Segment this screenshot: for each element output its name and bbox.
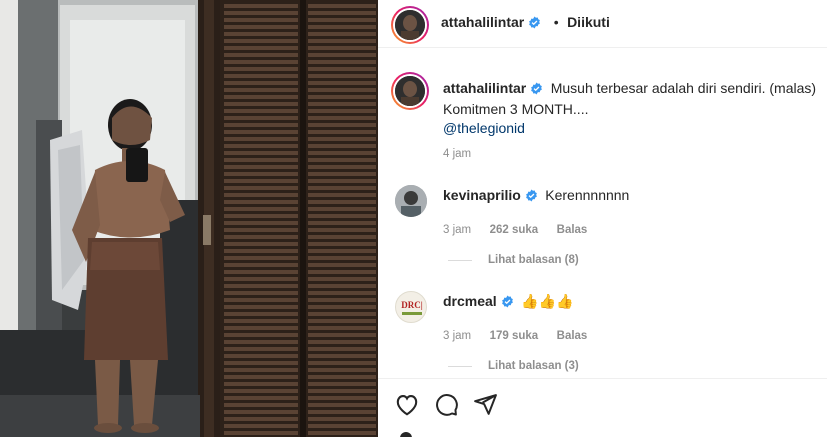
comment-username[interactable]: kevinaprilio	[443, 187, 521, 203]
caption-mention-link[interactable]: @thelegionid	[443, 119, 813, 138]
post-photo[interactable]	[0, 0, 378, 437]
following-button[interactable]: Diikuti	[567, 14, 610, 30]
verified-badge-icon	[530, 81, 543, 100]
comment-likes[interactable]: 262 suka	[490, 224, 539, 236]
separator-dot: •	[553, 14, 559, 30]
verified-badge-icon	[525, 189, 538, 207]
view-replies-button[interactable]: Lihat balasan (8)	[488, 254, 579, 266]
caption-timestamp[interactable]: 4 jam	[443, 148, 471, 160]
verified-badge-icon	[501, 295, 514, 313]
reply-button[interactable]: Balas	[557, 224, 588, 236]
replies-divider	[448, 366, 472, 367]
avatar-logo-text: DRC|	[401, 300, 423, 310]
action-bar	[378, 378, 827, 437]
verified-badge-icon	[528, 16, 541, 34]
comment-icon[interactable]	[434, 392, 459, 422]
bottom-avatar-partial	[400, 432, 412, 437]
comment-likes[interactable]: 179 suka	[490, 330, 539, 342]
post-header: attahalilintar • Diikuti	[378, 0, 827, 48]
replies-divider	[448, 260, 472, 261]
heart-icon[interactable]	[394, 392, 420, 421]
comment-username[interactable]: drcmeal	[443, 293, 497, 309]
comment-text: 👍👍👍	[521, 293, 574, 309]
commenter-avatar[interactable]	[395, 185, 427, 217]
caption-line-2: Komitmen 3 MONTH....	[443, 101, 589, 117]
post-details-panel: attahalilintar • Diikuti attahalilintar …	[378, 0, 827, 437]
comment-1: kevinaprilio Kerennnnnnn	[443, 187, 629, 207]
paper-plane-icon[interactable]	[473, 392, 498, 422]
commenter-avatar[interactable]: DRC|	[395, 291, 427, 323]
view-replies-button[interactable]: Lihat balasan (3)	[488, 360, 579, 372]
caption-author-avatar[interactable]	[391, 72, 429, 110]
comment-2: drcmeal 👍👍👍	[443, 293, 573, 313]
comment-timestamp[interactable]: 3 jam	[443, 224, 471, 236]
comment-timestamp[interactable]: 3 jam	[443, 330, 471, 342]
author-avatar[interactable]	[391, 6, 429, 44]
post-image	[0, 0, 378, 437]
comment-2-meta: 3 jam 179 suka Balas	[443, 326, 587, 344]
caption-line-1: Musuh terbesar adalah diri sendiri. (mal…	[550, 80, 817, 96]
comment-1-meta: 3 jam 262 suka Balas	[443, 220, 587, 238]
reply-button[interactable]: Balas	[557, 330, 588, 342]
caption: attahalilintar Musuh terbesar adalah dir…	[443, 79, 817, 138]
caption-username[interactable]: attahalilintar	[443, 80, 526, 96]
comment-text: Kerennnnnnn	[545, 187, 630, 203]
author-username[interactable]: attahalilintar	[441, 14, 524, 30]
